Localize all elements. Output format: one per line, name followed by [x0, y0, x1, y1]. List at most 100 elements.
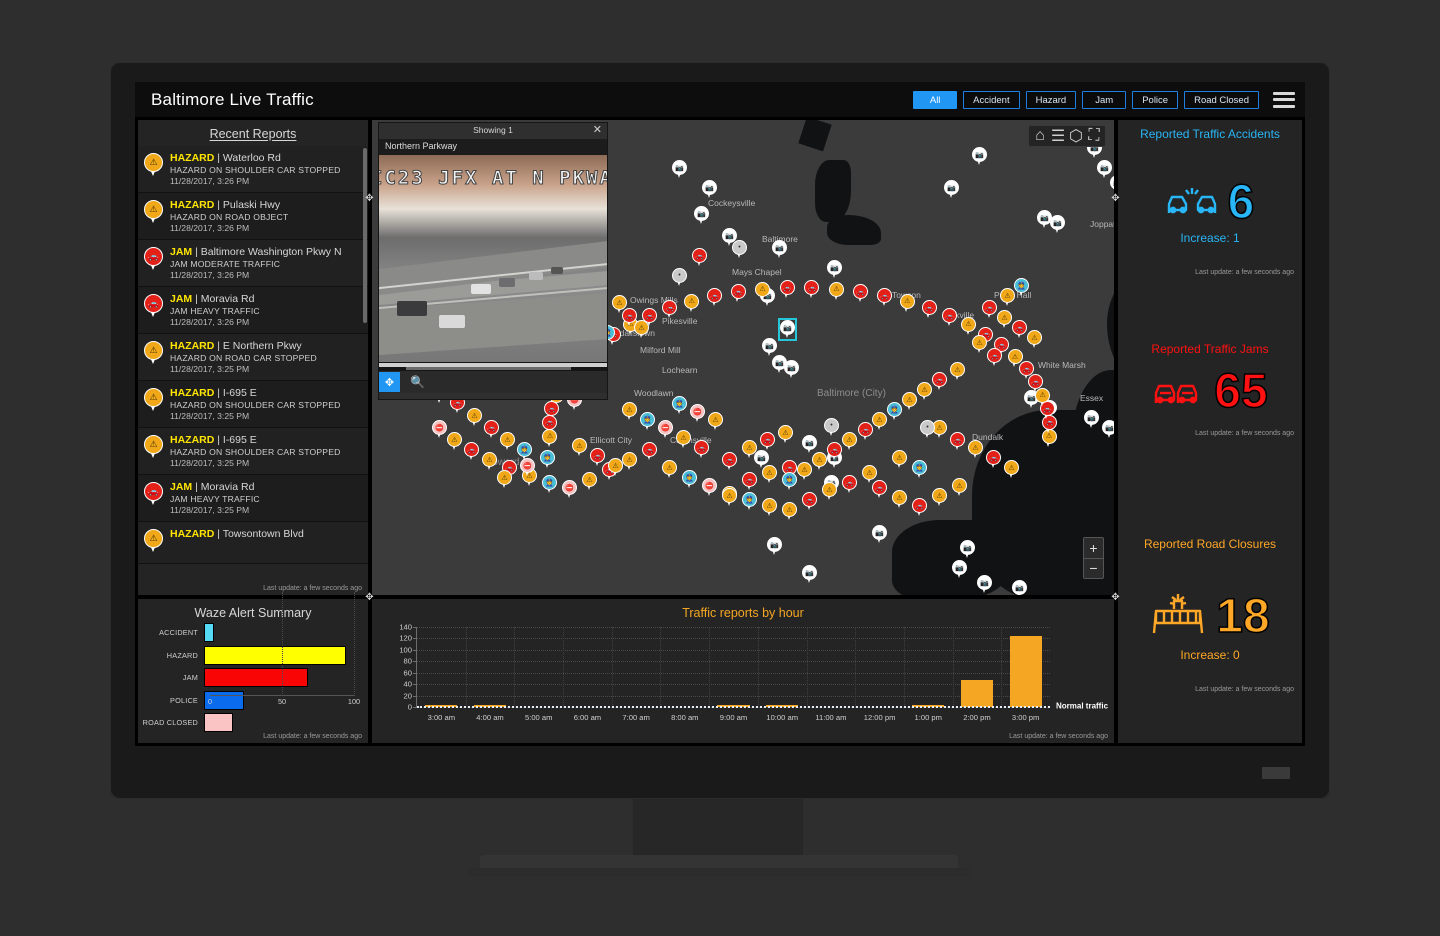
- list-item[interactable]: ⚠HAZARD | Towsontown Blvd: [138, 522, 368, 564]
- map-marker-jam[interactable]: 🚗: [922, 300, 937, 319]
- map-marker-hazard[interactable]: ⚠: [822, 482, 837, 501]
- map-marker-cam[interactable]: 📷: [972, 147, 987, 166]
- map-marker-cam[interactable]: 📷: [977, 575, 992, 594]
- map-marker-cam[interactable]: 📷: [784, 360, 799, 379]
- resize-handle[interactable]: [364, 592, 375, 603]
- map-marker-hazard[interactable]: ⚠: [782, 502, 797, 521]
- map-marker-jam[interactable]: 🚗: [982, 300, 997, 319]
- map-marker-hazard[interactable]: ⚠: [952, 478, 967, 497]
- list-item[interactable]: 🚗JAM | Baltimore Washington Pkwy NJAM MO…: [138, 240, 368, 287]
- map-marker-police[interactable]: 👮: [742, 492, 757, 511]
- filter-button-all[interactable]: All: [913, 91, 957, 109]
- list-item[interactable]: ⚠HAZARD | E Northern PkwyHAZARD ON ROAD …: [138, 334, 368, 381]
- map-marker-hazard[interactable]: ⚠: [582, 472, 597, 491]
- map-marker-police[interactable]: 👮: [540, 450, 555, 469]
- map-marker-cam[interactable]: 📷: [1050, 215, 1065, 234]
- filter-button-hazard[interactable]: Hazard: [1026, 91, 1077, 109]
- map-marker-hazard[interactable]: ⚠: [622, 452, 637, 471]
- map-marker-cam[interactable]: 📷: [872, 525, 887, 544]
- map-marker-hazard[interactable]: ⚠: [755, 282, 770, 301]
- zoom-out-button[interactable]: −: [1084, 559, 1103, 579]
- magnifier-icon[interactable]: 🔍: [410, 375, 425, 389]
- map-marker-hazard[interactable]: ⚠: [968, 440, 983, 459]
- hamburger-icon[interactable]: [1273, 92, 1295, 108]
- list-item[interactable]: ⚠HAZARD | Pulaski HwyHAZARD ON ROAD OBJE…: [138, 193, 368, 240]
- map-marker-hazard[interactable]: ⚠: [497, 470, 512, 489]
- zoom-in-button[interactable]: +: [1084, 538, 1103, 559]
- map-marker-cam[interactable]: 📷: [694, 206, 709, 225]
- map-marker-jam[interactable]: 🚗: [858, 422, 873, 441]
- map-marker-closed[interactable]: ⛔: [658, 420, 673, 439]
- filter-button-police[interactable]: Police: [1132, 91, 1178, 109]
- map-marker-cam[interactable]: 📷: [960, 540, 975, 559]
- map-marker-hazard[interactable]: ⚠: [572, 438, 587, 457]
- list-item[interactable]: 🚗JAM | Moravia RdJAM HEAVY TRAFFIC11/28/…: [138, 475, 368, 522]
- map-marker-cam[interactable]: 📷: [952, 560, 967, 579]
- map-marker-jam[interactable]: 🚗: [694, 440, 709, 459]
- map-marker-closed[interactable]: ⛔: [562, 480, 577, 499]
- filter-button-accident[interactable]: Accident: [963, 91, 1019, 109]
- map-marker-hazard[interactable]: ⚠: [447, 432, 462, 451]
- map-marker-hazard[interactable]: ⚠: [972, 335, 987, 354]
- map-marker-cam[interactable]: 📷: [802, 565, 817, 584]
- map-marker-jam[interactable]: 🚗: [872, 480, 887, 499]
- map-marker-hazard[interactable]: ⚠: [842, 432, 857, 451]
- map-marker-jam[interactable]: 🚗: [987, 348, 1002, 367]
- hourly-bar[interactable]: [961, 680, 993, 707]
- map-zoom-controls[interactable]: + −: [1083, 537, 1104, 579]
- map-marker-cam[interactable]: 📷: [702, 180, 717, 199]
- map-marker-hazard[interactable]: ⚠: [467, 408, 482, 427]
- pan-icon[interactable]: ✥: [379, 372, 400, 392]
- map-marker-cam[interactable]: 📷: [1037, 210, 1052, 229]
- map-marker-hazard[interactable]: ⚠: [829, 282, 844, 301]
- map-marker-jam[interactable]: 🚗: [1012, 320, 1027, 339]
- map-marker-cam[interactable]: 📷: [827, 260, 842, 279]
- map-marker-jam[interactable]: 🚗: [877, 288, 892, 307]
- map-marker-hazard[interactable]: ⚠: [892, 450, 907, 469]
- legend-list-icon[interactable]: ☰: [1050, 128, 1066, 144]
- map-marker-hazard[interactable]: ⚠: [902, 392, 917, 411]
- map-marker-cam[interactable]: 📷: [1110, 175, 1114, 194]
- map-marker-cam[interactable]: 📷: [1084, 410, 1099, 429]
- map-marker-hazard[interactable]: ⚠: [542, 429, 557, 448]
- map-marker-jam[interactable]: 🚗: [692, 248, 707, 267]
- map-marker-jam[interactable]: 🚗: [950, 432, 965, 451]
- map-marker-hazard[interactable]: ⚠: [872, 412, 887, 431]
- map-marker-hazard[interactable]: ⚠: [932, 488, 947, 507]
- reports-scrollbar[interactable]: [363, 148, 367, 323]
- resize-handle[interactable]: [1110, 592, 1121, 603]
- map-marker-hazard[interactable]: ⚠: [722, 488, 737, 507]
- map-marker-jam[interactable]: 🚗: [827, 442, 842, 461]
- map-marker-hazard[interactable]: ⚠: [778, 425, 793, 444]
- map-marker-jam[interactable]: 🚗: [942, 308, 957, 327]
- waze-bar[interactable]: [204, 623, 214, 642]
- expand-grid-icon[interactable]: ⛶: [1086, 128, 1102, 144]
- close-icon[interactable]: ✕: [593, 124, 602, 136]
- map-marker-jam[interactable]: 🚗: [804, 280, 819, 299]
- map-marker-hazard[interactable]: ⚠: [662, 460, 677, 479]
- map-marker-hazard[interactable]: ⚠: [762, 465, 777, 484]
- basemap-cube-icon[interactable]: ⬡: [1068, 128, 1084, 144]
- map-marker-hazard[interactable]: ⚠: [917, 382, 932, 401]
- map-marker-hazard[interactable]: ⚠: [684, 294, 699, 313]
- hourly-bar[interactable]: [1010, 636, 1042, 707]
- map-marker-hazard[interactable]: ⚠: [812, 452, 827, 471]
- map-marker-jam[interactable]: 🚗: [802, 492, 817, 511]
- map-marker-hazard[interactable]: ⚠: [742, 440, 757, 459]
- map-marker-cluster[interactable]: •: [672, 268, 687, 287]
- map-marker-closed[interactable]: ⛔: [432, 420, 447, 439]
- map-marker-police[interactable]: 👮: [682, 470, 697, 489]
- map-marker-hazard[interactable]: ⚠: [634, 320, 649, 339]
- map-marker-closed[interactable]: ⛔: [690, 404, 705, 423]
- map-marker-jam[interactable]: 🚗: [780, 280, 795, 299]
- map-marker-hazard[interactable]: ⚠: [1000, 288, 1015, 307]
- map-marker-jam[interactable]: 🚗: [642, 442, 657, 461]
- map-marker-hazard[interactable]: ⚠: [892, 490, 907, 509]
- map-marker-cam[interactable]: 📷: [1102, 420, 1114, 439]
- map-marker-jam[interactable]: 🚗: [590, 448, 605, 467]
- map-marker-jam[interactable]: 🚗: [932, 372, 947, 391]
- list-item[interactable]: ⚠HAZARD | I-695 EHAZARD ON SHOULDER CAR …: [138, 428, 368, 475]
- map-marker-police[interactable]: 👮: [887, 402, 902, 421]
- map-marker-hazard[interactable]: ⚠: [900, 294, 915, 313]
- waze-bar[interactable]: [204, 713, 233, 732]
